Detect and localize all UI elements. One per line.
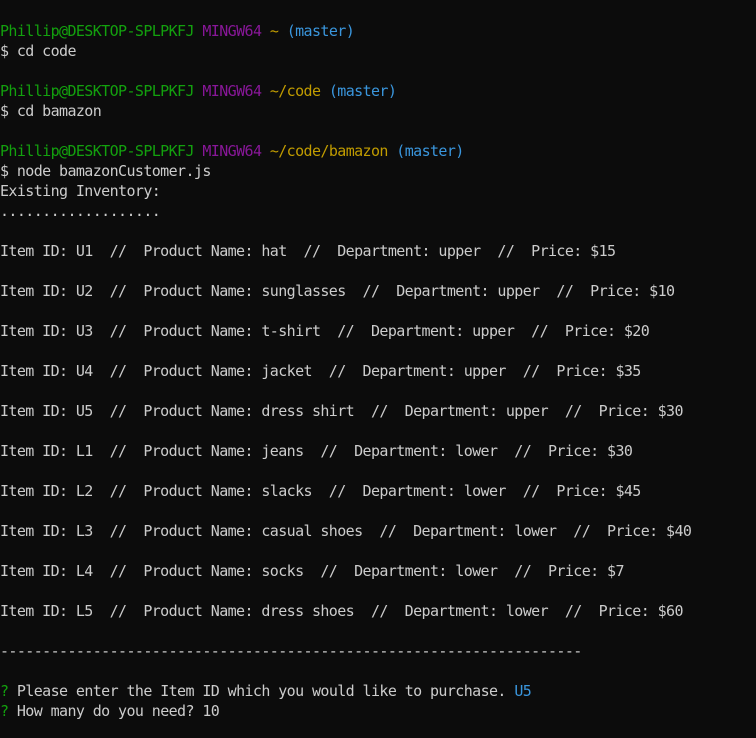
prompt-path: ~/code (269, 82, 321, 100)
inventory-item: Item ID: U5 // Product Name: dress shirt… (0, 402, 684, 420)
prompt-path: ~ (269, 22, 279, 40)
terminal-window[interactable]: Phillip@DESKTOP-SPLPKFJ MINGW64 ~ (maste… (0, 21, 756, 721)
prompt-line: Phillip@DESKTOP-SPLPKFJ MINGW64 ~/code/b… (0, 141, 756, 161)
dots-divider: ................... (0, 202, 161, 220)
prompt-user-host: Phillip@DESKTOP-SPLPKFJ (0, 142, 195, 160)
inventory-item: Item ID: L1 // Product Name: jeans // De… (0, 442, 633, 460)
prompt-line: Phillip@DESKTOP-SPLPKFJ MINGW64 ~ (maste… (0, 21, 756, 41)
command-line: $ cd code (0, 42, 76, 60)
question-mark-icon: ? (0, 682, 9, 700)
prompt-env: MINGW64 (202, 22, 262, 40)
prompt-user-host: Phillip@DESKTOP-SPLPKFJ (0, 22, 195, 40)
question-mark-icon: ? (0, 702, 9, 720)
question-line: ? Please enter the Item ID which you wou… (0, 681, 756, 701)
prompt-branch: (master) (286, 22, 355, 40)
prompt-env: MINGW64 (202, 82, 262, 100)
answer-text[interactable]: 10 (202, 702, 219, 720)
separator-line: ----------------------------------------… (0, 642, 582, 660)
prompt-branch: (master) (396, 142, 464, 160)
command-line: $ node bamazonCustomer.js (0, 162, 211, 180)
inventory-item: Item ID: L2 // Product Name: slacks // D… (0, 482, 641, 500)
inventory-item: Item ID: L5 // Product Name: dress shoes… (0, 602, 684, 620)
inventory-item: Item ID: U3 // Product Name: t-shirt // … (0, 322, 650, 340)
inventory-item: Item ID: U1 // Product Name: hat // Depa… (0, 242, 616, 260)
inventory-item: Item ID: U4 // Product Name: jacket // D… (0, 362, 641, 380)
inventory-item: Item ID: L3 // Product Name: casual shoe… (0, 522, 692, 540)
question-text: How many do you need? (16, 702, 195, 720)
prompt-env: MINGW64 (202, 142, 262, 160)
question-text: Please enter the Item ID which you would… (16, 682, 507, 700)
prompt-line: Phillip@DESKTOP-SPLPKFJ MINGW64 ~/code (… (0, 81, 756, 101)
prompt-branch: (master) (328, 82, 397, 100)
prompt-path: ~/code/bamazon (269, 142, 389, 160)
question-line: ? How many do you need? 10 (0, 701, 756, 721)
answer-text: U5 (514, 682, 532, 700)
inventory-header: Existing Inventory: (0, 182, 161, 200)
inventory-item: Item ID: U2 // Product Name: sunglasses … (0, 282, 675, 300)
command-line: $ cd bamazon (0, 102, 102, 120)
inventory-item: Item ID: L4 // Product Name: socks // De… (0, 562, 624, 580)
prompt-user-host: Phillip@DESKTOP-SPLPKFJ (0, 82, 195, 100)
